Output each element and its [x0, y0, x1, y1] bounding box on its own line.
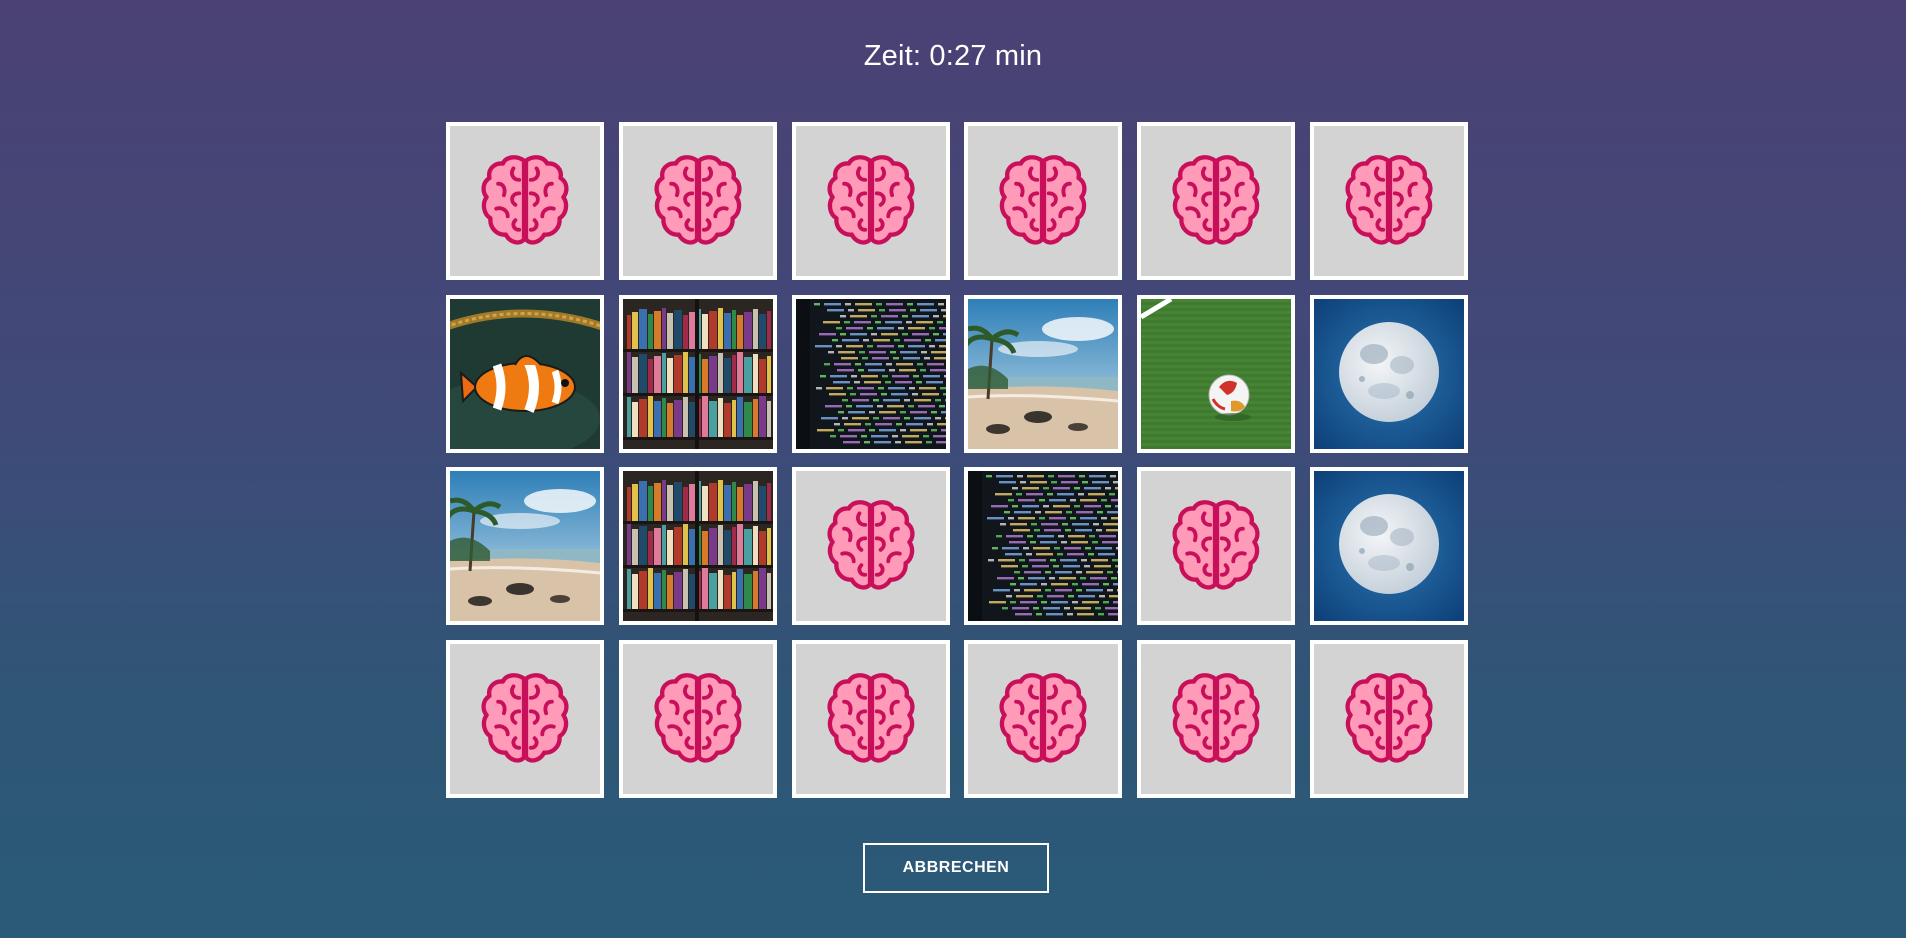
memory-card-hidden[interactable]: [446, 122, 604, 280]
code-image: [968, 471, 1119, 622]
memory-card-hidden[interactable]: [618, 640, 777, 799]
brain-icon: [827, 500, 915, 590]
memory-card-moon[interactable]: [1309, 294, 1468, 453]
memory-card-hidden[interactable]: [1309, 122, 1468, 280]
moon-image: [1313, 471, 1464, 622]
memory-card-hidden[interactable]: [964, 640, 1123, 799]
memory-card-hidden[interactable]: [1309, 640, 1468, 799]
brain-icon: [1345, 155, 1433, 245]
memory-card-hidden[interactable]: [791, 640, 950, 799]
memory-board: [446, 122, 1468, 799]
beach-image: [968, 298, 1119, 449]
memory-card-bookshelf[interactable]: [618, 467, 777, 626]
memory-card-hidden[interactable]: [446, 640, 604, 799]
memory-card-hidden[interactable]: [1137, 467, 1296, 626]
brain-icon: [481, 155, 569, 245]
clownfish-image: [450, 298, 600, 449]
memory-card-beach[interactable]: [446, 467, 604, 626]
memory-card-clownfish[interactable]: [446, 294, 604, 453]
timer-display: Zeit: 0:27 min: [863, 40, 1043, 72]
brain-icon: [1345, 673, 1433, 763]
memory-card-moon[interactable]: [1309, 467, 1468, 626]
memory-card-hidden[interactable]: [1137, 122, 1296, 280]
brain-icon: [827, 673, 915, 763]
bookshelf-image: [622, 471, 773, 622]
brain-icon: [1172, 500, 1260, 590]
brain-icon: [654, 673, 742, 763]
memory-card-code[interactable]: [964, 467, 1123, 626]
brain-icon: [999, 673, 1087, 763]
soccer-ball-image: [1141, 298, 1292, 449]
brain-icon: [481, 673, 569, 763]
memory-card-soccer-ball[interactable]: [1137, 294, 1296, 453]
bookshelf-image: [622, 298, 773, 449]
memory-card-bookshelf[interactable]: [618, 294, 777, 453]
memory-card-hidden[interactable]: [618, 122, 777, 280]
brain-icon: [1172, 673, 1260, 763]
cancel-button[interactable]: ABBRECHEN: [863, 843, 1049, 893]
beach-image: [450, 471, 600, 622]
brain-icon: [999, 155, 1087, 245]
memory-card-hidden[interactable]: [791, 122, 950, 280]
memory-card-hidden[interactable]: [964, 122, 1123, 280]
memory-card-beach[interactable]: [964, 294, 1123, 453]
moon-image: [1313, 298, 1464, 449]
memory-card-hidden[interactable]: [1137, 640, 1296, 799]
brain-icon: [654, 155, 742, 245]
memory-card-hidden[interactable]: [791, 467, 950, 626]
brain-icon: [827, 155, 915, 245]
brain-icon: [1172, 155, 1260, 245]
code-image: [795, 298, 946, 449]
memory-card-code[interactable]: [791, 294, 950, 453]
